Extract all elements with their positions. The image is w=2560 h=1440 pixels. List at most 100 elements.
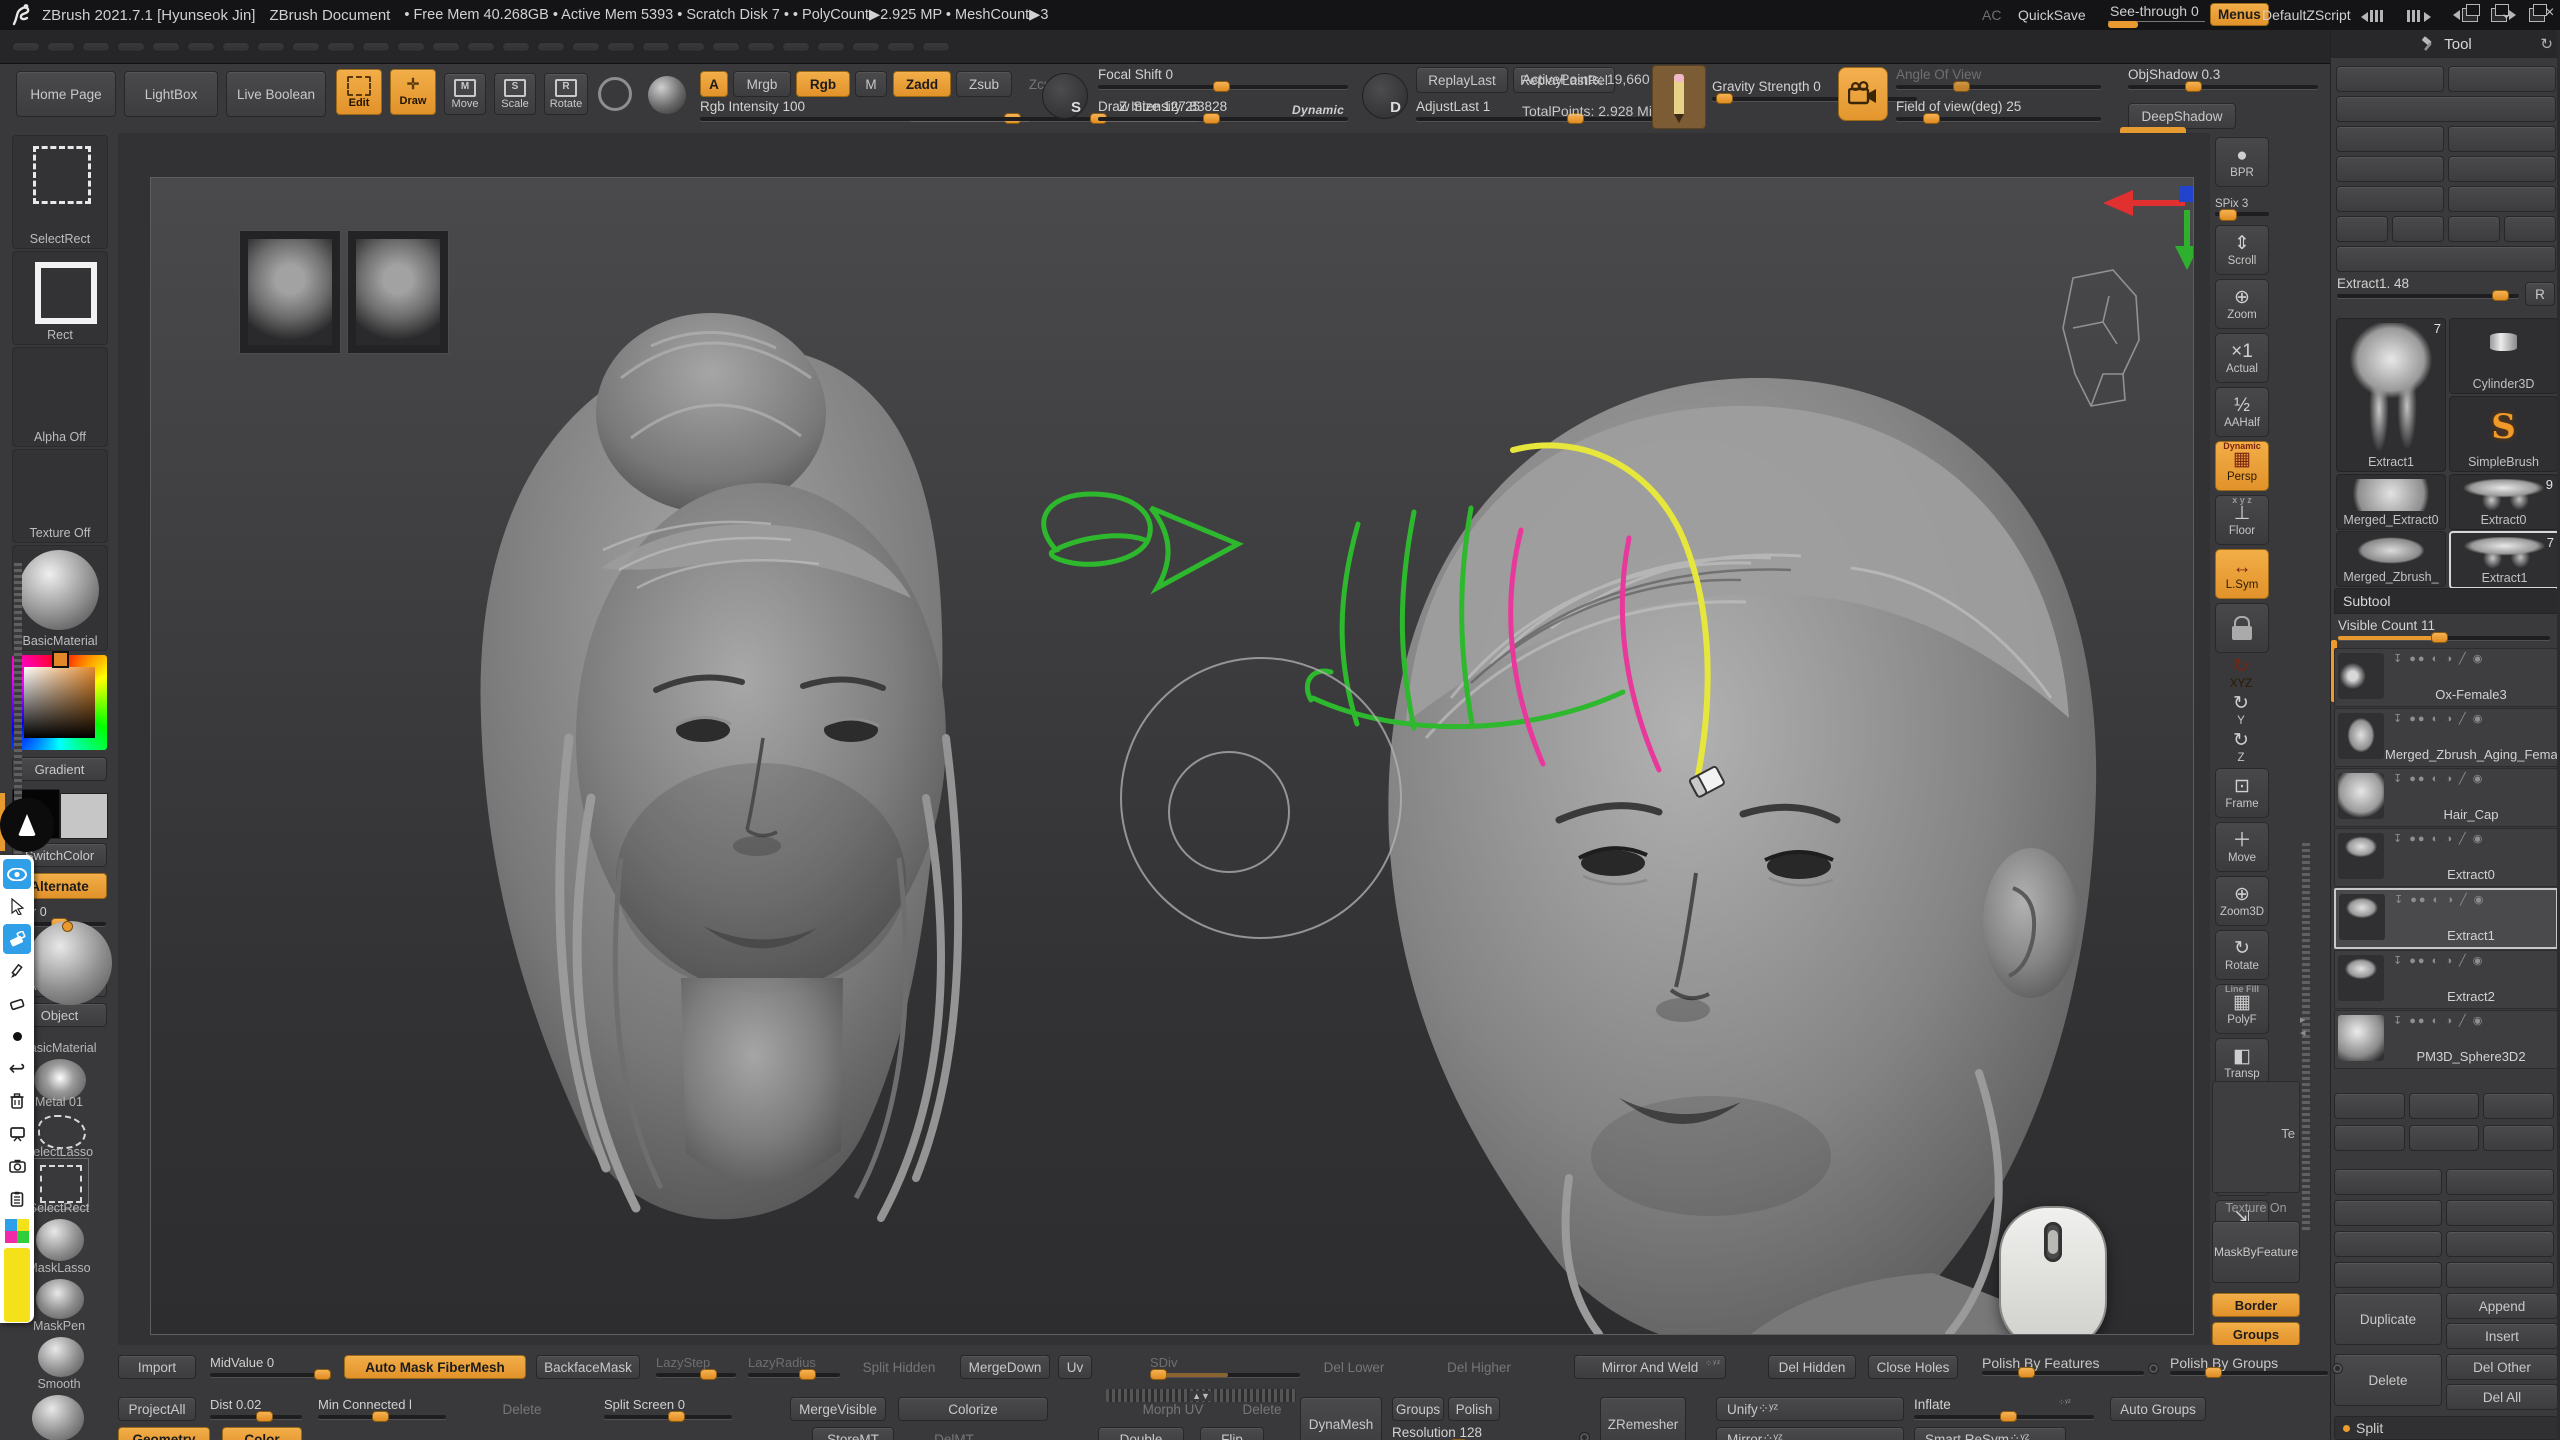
- bottom-shelf-item[interactable]: Min Connected l: [318, 1397, 446, 1419]
- dynamic-label[interactable]: Dynamic: [1292, 103, 1344, 117]
- rect-stroke-thumb[interactable]: Rect: [12, 251, 108, 345]
- pen-circle-icon[interactable]: [0, 798, 54, 852]
- menu-item[interactable]: [642, 42, 670, 52]
- paint-a-button[interactable]: A: [700, 71, 728, 97]
- material-sphere-icon[interactable]: [648, 76, 686, 114]
- groups-button[interactable]: Groups: [2212, 1322, 2300, 1346]
- menu-item[interactable]: [922, 42, 950, 52]
- import-button[interactable]: Import: [118, 1355, 196, 1379]
- close-button[interactable]: ×: [2545, 4, 2554, 22]
- selectrect-icon[interactable]: [40, 1165, 82, 1203]
- strip-expand-arrows[interactable]: ▸◂: [2300, 1013, 2306, 1039]
- auto-groups-button[interactable]: Auto Groups: [2110, 1397, 2206, 1421]
- aahalf-button[interactable]: ½ AAHalf: [2215, 387, 2269, 437]
- bottom-shelf-item[interactable]: Colorize: [898, 1397, 1048, 1421]
- menu-item[interactable]: [12, 42, 40, 52]
- polypaint-ring-icon[interactable]: [598, 77, 632, 111]
- menu-item[interactable]: [432, 42, 460, 52]
- subtool-action-button[interactable]: [2334, 1200, 2442, 1226]
- subtool-thumb[interactable]: [2338, 1015, 2384, 1061]
- smooth-label[interactable]: Smooth: [0, 1377, 118, 1391]
- mirror-button[interactable]: Mirror⁘ʸᶻ: [1716, 1427, 1904, 1440]
- menu-item[interactable]: [887, 42, 915, 52]
- history-thumbnail[interactable]: [347, 230, 449, 354]
- live-boolean-button[interactable]: Live Boolean: [226, 71, 326, 117]
- actual-button[interactable]: ×1 Actual: [2215, 333, 2269, 383]
- gradient-button[interactable]: Gradient: [12, 757, 107, 781]
- bottom-shelf-item[interactable]: Double: [1098, 1427, 1184, 1440]
- clipboard-icon[interactable]: [3, 1184, 31, 1214]
- bottom-shelf-item[interactable]: StoreMT: [812, 1427, 894, 1440]
- tool-button[interactable]: [2336, 216, 2388, 242]
- move3d-button[interactable]: ＋ Move: [2215, 822, 2269, 872]
- rotate-z-button[interactable]: ↻ Z: [2215, 731, 2267, 764]
- duplicate-button[interactable]: Duplicate: [2334, 1293, 2442, 1345]
- bottom-shelf-item[interactable]: Geometry: [118, 1427, 210, 1440]
- bottom-shelf-item[interactable]: Split Hidden: [856, 1355, 942, 1379]
- subtool-row[interactable]: ↧ ●● ◐ ◑ ╱ ◉ Merged_Zbrush_Aging_Female: [2334, 708, 2558, 767]
- stroke-dial-icon[interactable]: S: [1042, 73, 1088, 119]
- floor-button[interactable]: x y z ⊥ Floor: [2215, 495, 2269, 545]
- pencil-icon[interactable]: [3, 956, 31, 986]
- bottom-shelf-item[interactable]: Del Lower: [1314, 1355, 1394, 1379]
- eye-icon[interactable]: [3, 859, 31, 889]
- see-through-slider[interactable]: See-through 0: [2108, 3, 2205, 22]
- menu-item[interactable]: [817, 42, 845, 52]
- subtool-thumb[interactable]: [2338, 653, 2384, 699]
- tool-button[interactable]: [2392, 216, 2444, 242]
- color-grid-icon[interactable]: [3, 1216, 31, 1246]
- tablet-right-icon[interactable]: [2407, 9, 2431, 25]
- lock-button[interactable]: [2215, 603, 2269, 653]
- edit-mode-button[interactable]: Edit: [336, 69, 382, 115]
- persp-button[interactable]: Dynamic ▦ Persp: [2215, 441, 2269, 491]
- subtool-action-button[interactable]: [2446, 1262, 2554, 1288]
- menu-item[interactable]: [187, 42, 215, 52]
- tool-button[interactable]: [2448, 156, 2556, 182]
- lightbox-tools-button[interactable]: [2336, 246, 2556, 272]
- history-thumbnail[interactable]: [239, 230, 341, 354]
- tool-button[interactable]: [2448, 66, 2556, 92]
- basic-material-thumb[interactable]: BasicMaterial: [12, 545, 108, 651]
- minimize-button[interactable]: ⌄: [2500, 4, 2513, 22]
- subtool-action-button[interactable]: [2409, 1125, 2480, 1151]
- rotate-y-button[interactable]: ↻ Y: [2215, 694, 2267, 727]
- focal-shift-slider[interactable]: Focal Shift 0: [1098, 67, 1348, 89]
- camera-icon[interactable]: [1838, 67, 1888, 121]
- resolution-slider[interactable]: Resolution 128: [1392, 1425, 1572, 1440]
- tool-thumb-extract0[interactable]: 9 Extract0: [2449, 474, 2558, 530]
- bottom-shelf-item[interactable]: DelMT: [922, 1427, 986, 1440]
- mask-by-feature-button[interactable]: MaskByFeature: [2212, 1221, 2300, 1283]
- menu-item[interactable]: [257, 42, 285, 52]
- subtool-thumb[interactable]: [2338, 713, 2384, 759]
- dock-left-icon[interactable]: [2453, 8, 2478, 22]
- bottom-shelf-item[interactable]: Del Higher: [1436, 1355, 1522, 1379]
- texture-off-thumb[interactable]: Texture Off: [12, 449, 108, 543]
- quicksave-button[interactable]: QuickSave: [2018, 7, 2086, 23]
- replay-last-button[interactable]: ReplayLast: [1416, 67, 1508, 93]
- zoom3d-button[interactable]: ⊕ Zoom3D: [2215, 876, 2269, 926]
- lsym-button[interactable]: ↔ L.Sym: [2215, 549, 2269, 599]
- polish-button[interactable]: Polish: [1448, 1397, 1500, 1421]
- subtool-row[interactable]: ↧ ●● ◐ ◑ ╱ ◉ Extract0: [2334, 828, 2558, 887]
- bottom-shelf-item[interactable]: LazyRadius: [748, 1355, 840, 1377]
- home-page-button[interactable]: Home Page: [16, 71, 116, 117]
- visible-count-slider[interactable]: Visible Count 11: [2338, 618, 2550, 640]
- subtool-action-button[interactable]: [2334, 1169, 2442, 1195]
- subtool-action-button[interactable]: [2334, 1231, 2442, 1257]
- menu-item[interactable]: [82, 42, 110, 52]
- subtool-row-icons[interactable]: ↧ ●● ◐ ◑ ╱ ◉: [2393, 832, 2551, 845]
- bottom-shelf-item[interactable]: Polish By Features: [1982, 1355, 2144, 1375]
- append-button[interactable]: Append: [2446, 1293, 2558, 1319]
- tool-thumb-merged-zbrush[interactable]: Merged_Zbrush_: [2336, 531, 2446, 587]
- polyframe-button[interactable]: Line Fill ▦ PolyF: [2215, 984, 2269, 1034]
- tool-thumb-extract1-selected[interactable]: 7 Extract1: [2449, 531, 2560, 589]
- menu-item[interactable]: [152, 42, 180, 52]
- subtool-row-icons[interactable]: ↧ ●● ◐ ◑ ╱ ◉: [2393, 954, 2551, 967]
- tool-thumb-extract1-large[interactable]: 7 Extract1: [2336, 318, 2446, 472]
- canvas-area[interactable]: [118, 133, 2210, 1345]
- angle-of-view-slider[interactable]: Angle Of View: [1896, 67, 2101, 89]
- insert-button[interactable]: Insert: [2446, 1323, 2558, 1349]
- menu-item[interactable]: [572, 42, 600, 52]
- eraser-icon[interactable]: [3, 989, 31, 1019]
- texture-preview[interactable]: Te: [2212, 1081, 2300, 1193]
